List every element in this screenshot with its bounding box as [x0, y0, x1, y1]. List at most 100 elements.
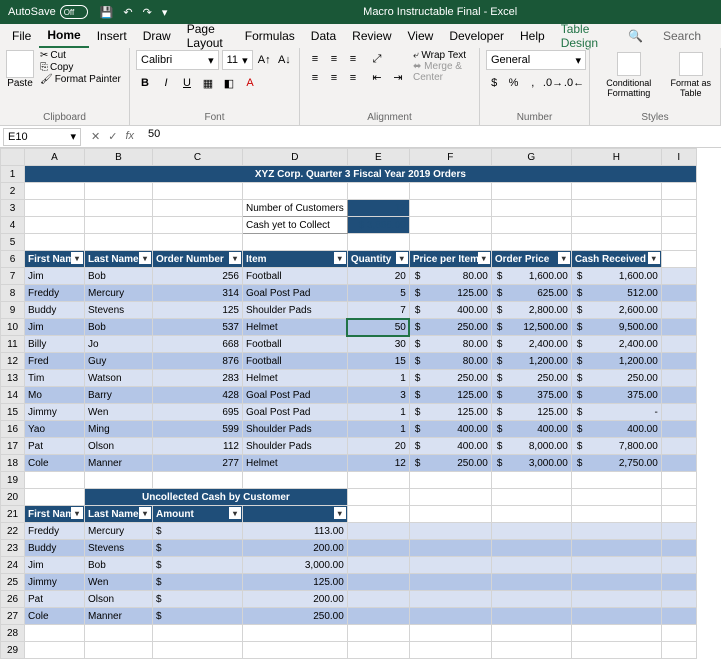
- cell-op[interactable]: 125.00: [491, 404, 571, 421]
- cell[interactable]: [153, 200, 243, 217]
- cancel-icon[interactable]: ✕: [91, 130, 100, 143]
- font-color-button[interactable]: A: [241, 74, 259, 92]
- cell-ln[interactable]: Stevens: [85, 540, 153, 557]
- cell-cur[interactable]: $: [153, 591, 243, 608]
- filter-icon[interactable]: ▾: [334, 252, 346, 264]
- tab-file[interactable]: File: [4, 25, 39, 47]
- cell-cr[interactable]: 1,600.00: [571, 268, 661, 285]
- col-header-E[interactable]: E: [347, 149, 409, 166]
- cell-fn[interactable]: Pat: [25, 591, 85, 608]
- cell-cur[interactable]: $: [153, 574, 243, 591]
- cell[interactable]: [25, 472, 85, 489]
- cell[interactable]: [347, 591, 409, 608]
- italic-button[interactable]: I: [157, 74, 175, 92]
- cell-fn[interactable]: Jimmy: [25, 574, 85, 591]
- cell[interactable]: [243, 642, 348, 659]
- cell-pp[interactable]: 125.00: [409, 404, 491, 421]
- cell-item[interactable]: Goal Post Pad: [243, 404, 348, 421]
- cell-op[interactable]: 3,000.00: [491, 455, 571, 472]
- cell[interactable]: [661, 540, 696, 557]
- cell[interactable]: [243, 234, 348, 251]
- cell-qty[interactable]: 30: [347, 336, 409, 353]
- col-header-G[interactable]: G: [491, 149, 571, 166]
- cell-ln[interactable]: Bob: [85, 557, 153, 574]
- font-size-combo[interactable]: 11▾: [222, 50, 253, 70]
- cell[interactable]: [409, 234, 491, 251]
- select-all[interactable]: [1, 149, 25, 166]
- cell-am[interactable]: 200.00: [243, 540, 348, 557]
- table-header[interactable]: Cash Received▾: [571, 251, 661, 268]
- bold-button[interactable]: B: [136, 74, 154, 92]
- cell-on[interactable]: 125: [153, 302, 243, 319]
- col-header-A[interactable]: A: [25, 149, 85, 166]
- cell[interactable]: [85, 472, 153, 489]
- cell-ln[interactable]: Wen: [85, 404, 153, 421]
- cell-cr[interactable]: 250.00: [571, 370, 661, 387]
- cell-op[interactable]: 2,400.00: [491, 336, 571, 353]
- cell-op[interactable]: 12,500.00: [491, 319, 571, 336]
- cell[interactable]: [491, 523, 571, 540]
- sub-header[interactable]: ▾: [243, 506, 348, 523]
- cell[interactable]: [85, 200, 153, 217]
- cell[interactable]: [491, 183, 571, 200]
- row-header-22[interactable]: 22: [1, 523, 25, 540]
- filter-icon[interactable]: ▾: [71, 252, 83, 264]
- cell-ln[interactable]: Mercury: [85, 523, 153, 540]
- cell-fn[interactable]: Freddy: [25, 523, 85, 540]
- cell[interactable]: [409, 472, 491, 489]
- row-header-9[interactable]: 9: [1, 302, 25, 319]
- cell[interactable]: [491, 591, 571, 608]
- cell[interactable]: [25, 217, 85, 234]
- sub-header[interactable]: Last Name▾: [85, 506, 153, 523]
- autosave-toggle[interactable]: Off: [60, 5, 88, 19]
- tab-formulas[interactable]: Formulas: [237, 25, 303, 47]
- row-header-16[interactable]: 16: [1, 421, 25, 438]
- table-header[interactable]: Quantity▾: [347, 251, 409, 268]
- summary-value[interactable]: 12: [347, 200, 409, 217]
- cell[interactable]: [661, 625, 696, 642]
- tab-view[interactable]: View: [400, 25, 442, 47]
- cell-on[interactable]: 537: [153, 319, 243, 336]
- cell[interactable]: [153, 217, 243, 234]
- col-header-F[interactable]: F: [409, 149, 491, 166]
- filter-icon[interactable]: ▾: [648, 252, 660, 264]
- fx-icon[interactable]: fx: [125, 130, 134, 143]
- sub-header[interactable]: Amount▾: [153, 506, 243, 523]
- cell[interactable]: [661, 557, 696, 574]
- inc-decimal-button[interactable]: .0→: [544, 74, 562, 92]
- cell[interactable]: [661, 336, 696, 353]
- summary-label[interactable]: Number of Customers: [243, 200, 348, 217]
- row-header-11[interactable]: 11: [1, 336, 25, 353]
- wrap-text-button[interactable]: ⤶ Wrap Text: [413, 50, 473, 61]
- cell-ln[interactable]: Bob: [85, 319, 153, 336]
- cell[interactable]: [661, 438, 696, 455]
- row-header-21[interactable]: 21: [1, 506, 25, 523]
- cell[interactable]: [491, 625, 571, 642]
- cell-ln[interactable]: Jo: [85, 336, 153, 353]
- align-left-button[interactable]: ≡: [306, 69, 324, 87]
- grow-font-button[interactable]: A↑: [256, 51, 273, 69]
- cell[interactable]: [661, 421, 696, 438]
- row-header-13[interactable]: 13: [1, 370, 25, 387]
- cell[interactable]: [347, 574, 409, 591]
- cell-ln[interactable]: Olson: [85, 438, 153, 455]
- tab-data[interactable]: Data: [303, 25, 344, 47]
- cell-qty[interactable]: 3: [347, 387, 409, 404]
- cell[interactable]: [661, 234, 696, 251]
- cell[interactable]: [661, 404, 696, 421]
- cell[interactable]: [571, 591, 661, 608]
- indent-dec-button[interactable]: ⇤: [368, 68, 386, 86]
- row-header-7[interactable]: 7: [1, 268, 25, 285]
- cell-pp[interactable]: 250.00: [409, 319, 491, 336]
- cell[interactable]: [409, 608, 491, 625]
- cell-item[interactable]: Football: [243, 336, 348, 353]
- cell-pp[interactable]: 400.00: [409, 302, 491, 319]
- cell[interactable]: [347, 472, 409, 489]
- cell[interactable]: [25, 234, 85, 251]
- row-header-23[interactable]: 23: [1, 540, 25, 557]
- cell-fn[interactable]: Billy: [25, 336, 85, 353]
- cell-cur[interactable]: $: [153, 523, 243, 540]
- cell[interactable]: [571, 489, 661, 506]
- cell-qty[interactable]: 1: [347, 370, 409, 387]
- cell[interactable]: [661, 200, 696, 217]
